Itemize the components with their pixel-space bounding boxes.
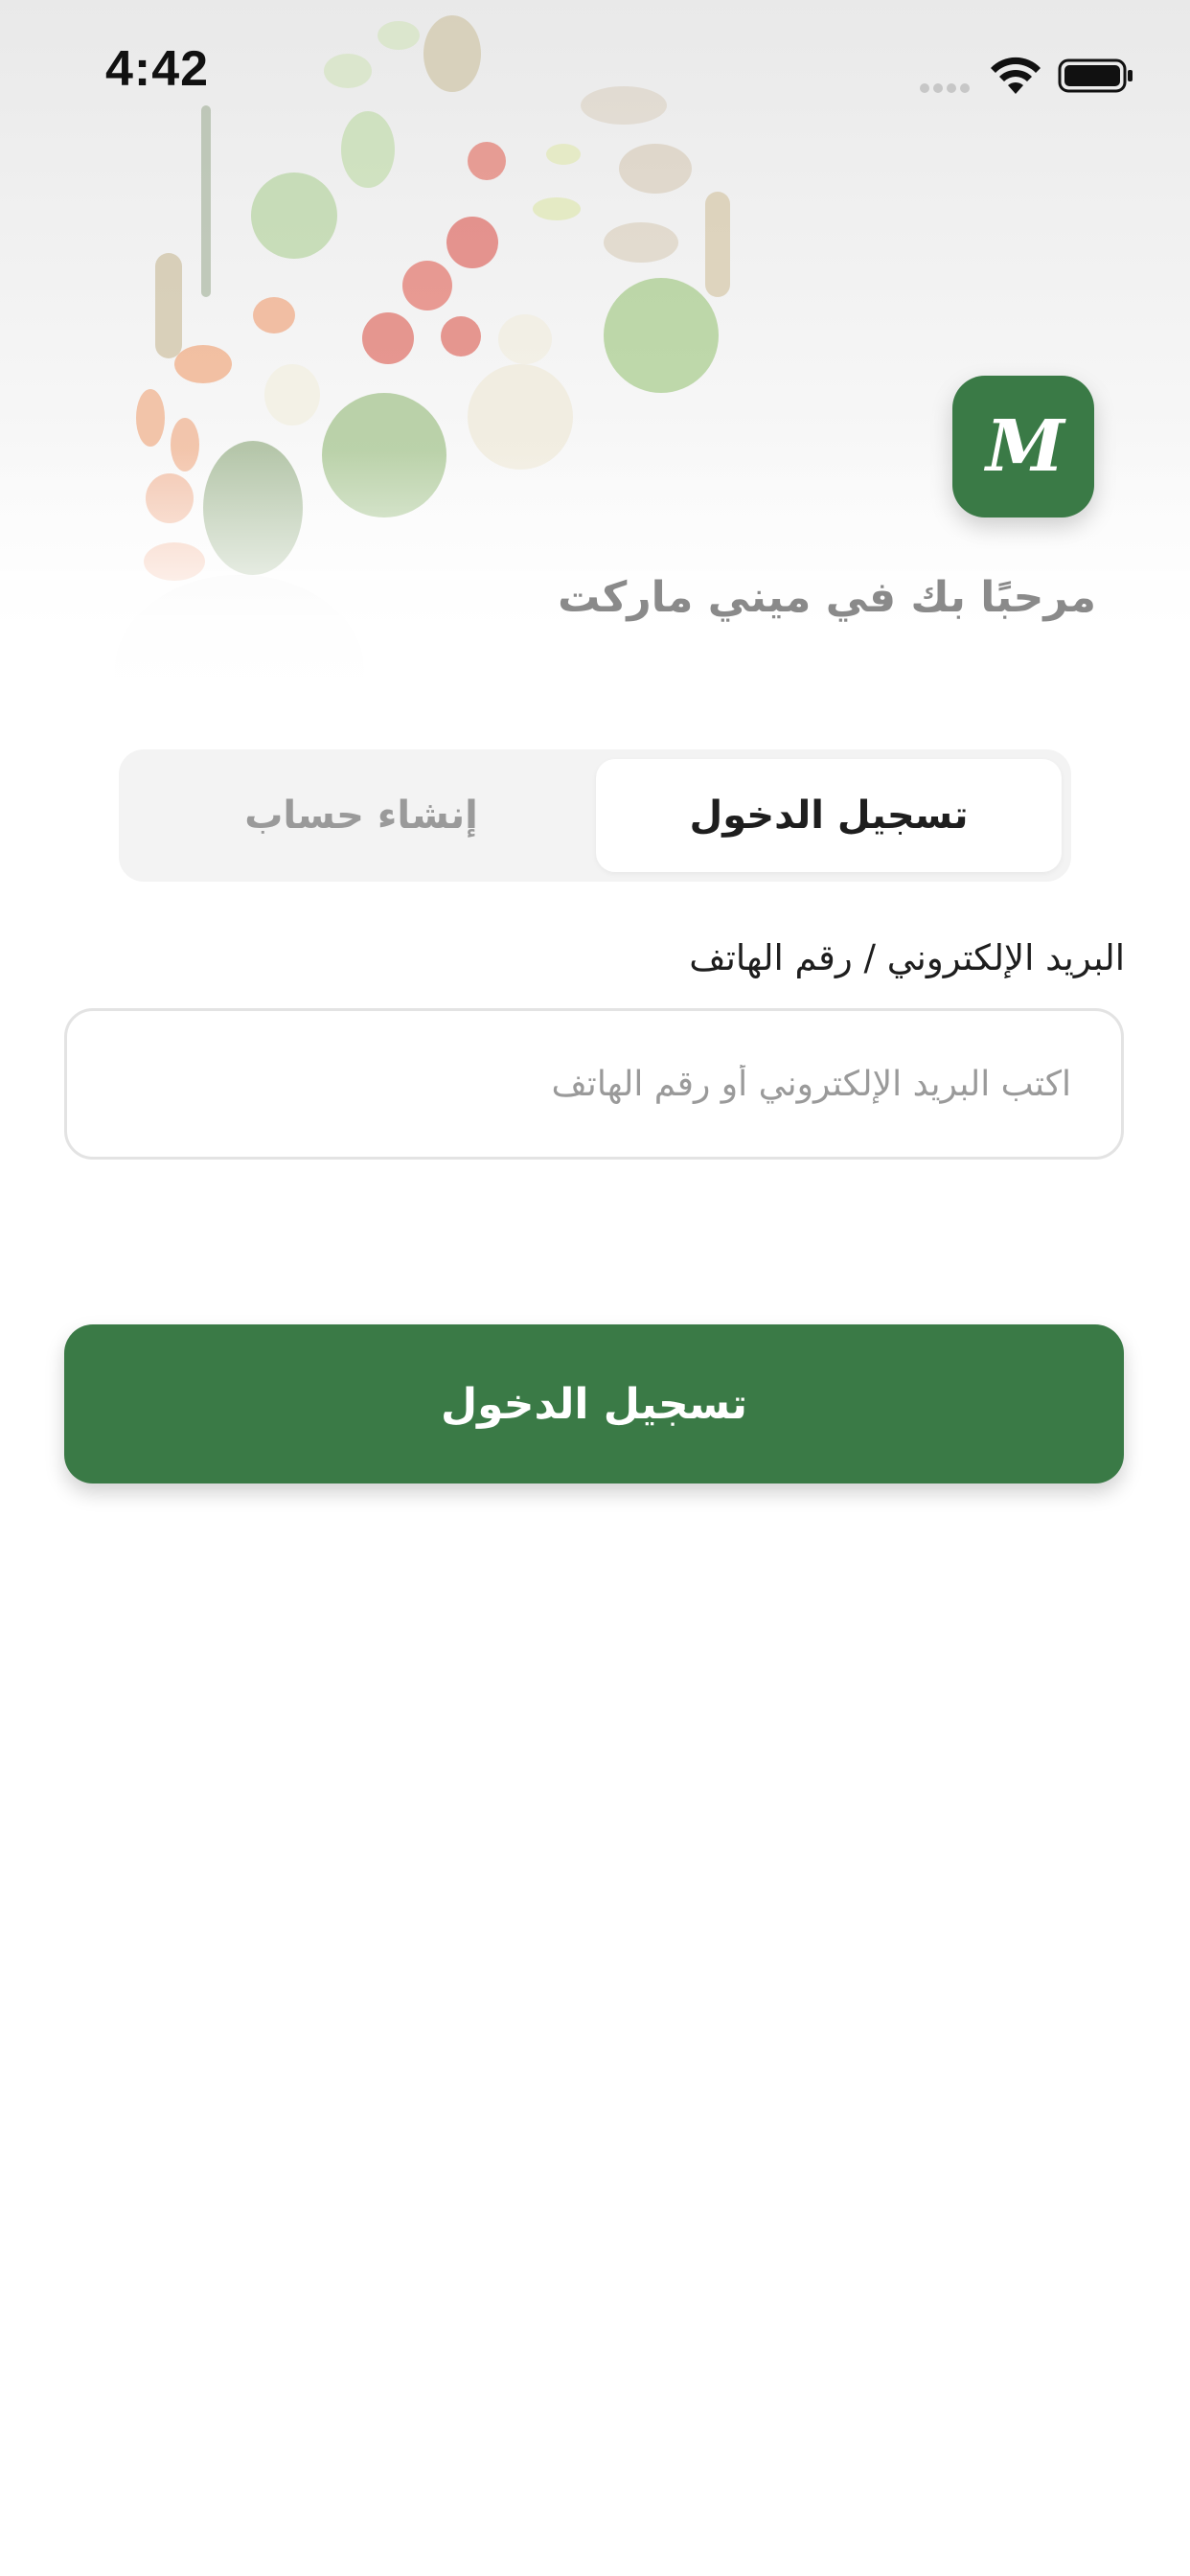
status-time: 4:42 — [105, 41, 210, 97]
welcome-title: مرحبًا بك في ميني ماركت — [558, 573, 1096, 622]
battery-full-icon — [1058, 58, 1133, 93]
signal-dots-icon — [920, 79, 975, 93]
login-screen: 4:42 M مرحبًا بك في ميني ماركت تسجيل الد… — [0, 0, 1190, 2576]
auth-tabs: تسجيل الدخول إنشاء حساب — [119, 749, 1071, 882]
email-phone-input[interactable] — [64, 1008, 1124, 1160]
logo-text: M — [986, 405, 1064, 488]
wifi-icon — [991, 57, 1041, 94]
tab-login[interactable]: تسجيل الدخول — [596, 759, 1062, 872]
tab-signup[interactable]: إنشاء حساب — [128, 759, 594, 872]
login-button[interactable]: تسجيل الدخول — [64, 1324, 1124, 1484]
email-phone-label: البريد الإلكتروني / رقم الهاتف — [689, 937, 1125, 978]
status-bar: 4:42 — [0, 0, 1190, 144]
app-logo: M — [952, 376, 1094, 518]
